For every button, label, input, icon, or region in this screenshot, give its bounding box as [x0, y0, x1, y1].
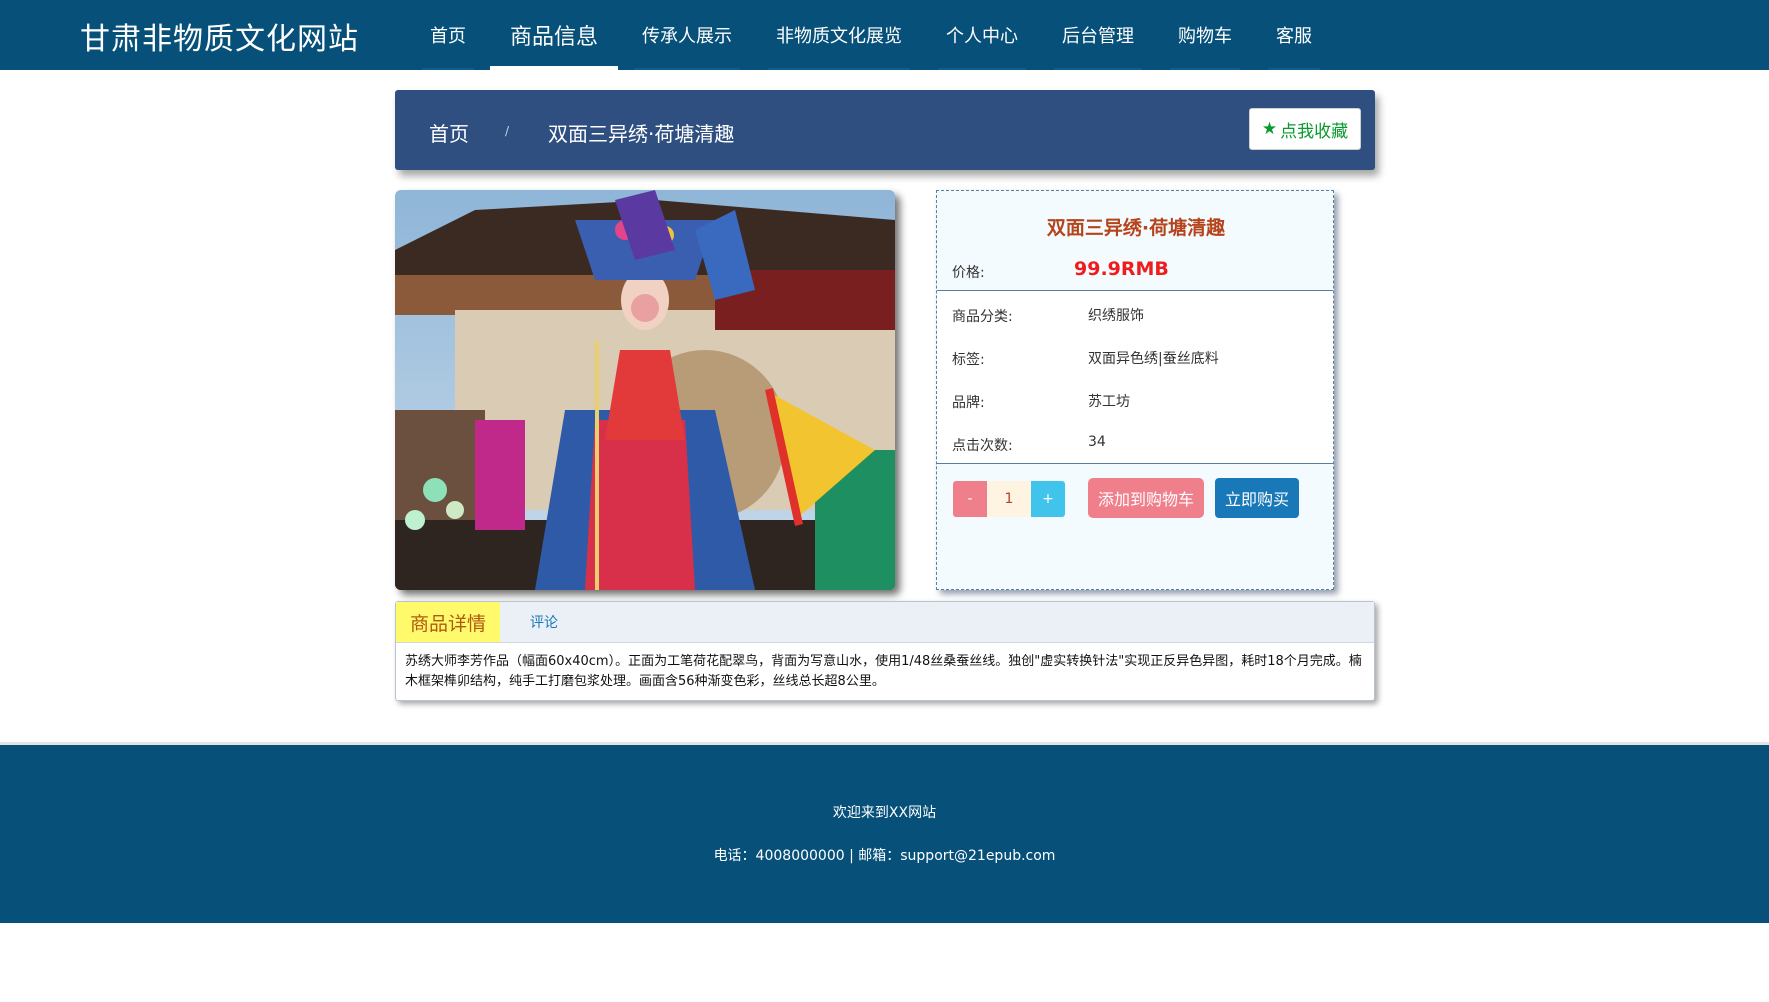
nav-item-product-info[interactable]: 商品信息	[490, 0, 619, 70]
category-value: 织绣服饰	[1088, 308, 1144, 324]
footer-welcome: 欢迎来到XX网站	[832, 805, 937, 821]
brand-row: 品牌: 苏工坊	[937, 377, 1333, 421]
favorite-button-label: 点我收藏	[1280, 121, 1349, 142]
nav-item-personal-center[interactable]: 个人中心	[926, 0, 1038, 70]
quantity-decrease-button[interactable]: -	[953, 481, 987, 517]
click-count-label: 点击次数:	[952, 438, 1013, 454]
quantity-increase-button[interactable]: +	[1031, 481, 1065, 517]
click-count-value: 34	[1088, 434, 1106, 450]
product-description: 苏绣大师李芳作品（幅面60x40cm）。正面为工笔荷花配翠鸟，背面为写意山水，使…	[405, 654, 1362, 689]
footer-contact: 电话：4008000000 | 邮箱：support@21epub.com	[713, 848, 1056, 864]
nav-item-customer-service[interactable]: 客服	[1256, 0, 1332, 70]
nav-item-admin[interactable]: 后台管理	[1042, 0, 1154, 70]
star-icon: ★	[1261, 119, 1278, 139]
site-title[interactable]: 甘肃非物质文化网站	[80, 14, 359, 58]
top-navbar: 甘肃非物质文化网站 首页 商品信息 传承人展示 非物质文化展览 个人中心 后台管…	[0, 0, 1769, 70]
breadcrumb-separator: /	[505, 124, 510, 138]
tabs-header: 商品详情 评论	[396, 602, 1374, 643]
breadcrumb-current: 双面三异绣·荷塘清趣	[548, 122, 735, 146]
main-nav: 首页 商品信息 传承人展示 非物质文化展览 个人中心 后台管理 购物车 客服	[410, 0, 1336, 70]
category-row: 商品分类: 织绣服饰	[937, 291, 1333, 335]
tags-label: 标签:	[952, 352, 985, 368]
nav-item-cart[interactable]: 购物车	[1158, 0, 1252, 70]
tab-product-details[interactable]: 商品详情	[396, 602, 500, 642]
product-title: 双面三异绣·荷塘清趣	[1046, 217, 1226, 239]
category-label: 商品分类:	[952, 309, 1013, 325]
nav-item-home[interactable]: 首页	[410, 0, 486, 70]
add-to-cart-button[interactable]: 添加到购物车	[1088, 478, 1204, 518]
brand-label: 品牌:	[952, 395, 985, 411]
quantity-input[interactable]	[987, 481, 1031, 517]
product-tabs: 商品详情 评论 苏绣大师李芳作品（幅面60x40cm）。正面为工笔荷花配翠鸟，背…	[395, 601, 1375, 701]
nav-item-exhibition[interactable]: 非物质文化展览	[756, 0, 922, 70]
footer: 欢迎来到XX网站 电话：4008000000 | 邮箱：support@21ep…	[0, 742, 1769, 923]
product-image	[395, 190, 895, 590]
click-count-row: 点击次数: 34	[937, 420, 1333, 464]
breadcrumb: 首页 / 双面三异绣·荷塘清趣 ★ 点我收藏	[395, 90, 1375, 170]
price-value: 99.9RMB	[1074, 258, 1169, 280]
tab-comments[interactable]: 评论	[500, 602, 588, 642]
product-info-panel: 双面三异绣·荷塘清趣 价格: 99.9RMB 商品分类: 织绣服饰 标签: 双面…	[936, 190, 1334, 590]
tags-value: 双面异色绣|蚕丝底料	[1088, 351, 1219, 367]
nav-item-inheritors[interactable]: 传承人展示	[622, 0, 752, 70]
favorite-button[interactable]: ★ 点我收藏	[1249, 108, 1361, 150]
breadcrumb-home-link[interactable]: 首页	[429, 118, 469, 147]
tags-row: 标签: 双面异色绣|蚕丝底料	[937, 334, 1333, 378]
price-row: 价格: 99.9RMB	[937, 247, 1333, 291]
buy-now-button[interactable]: 立即购买	[1215, 478, 1299, 518]
brand-value: 苏工坊	[1088, 394, 1130, 410]
price-label: 价格:	[952, 265, 985, 281]
